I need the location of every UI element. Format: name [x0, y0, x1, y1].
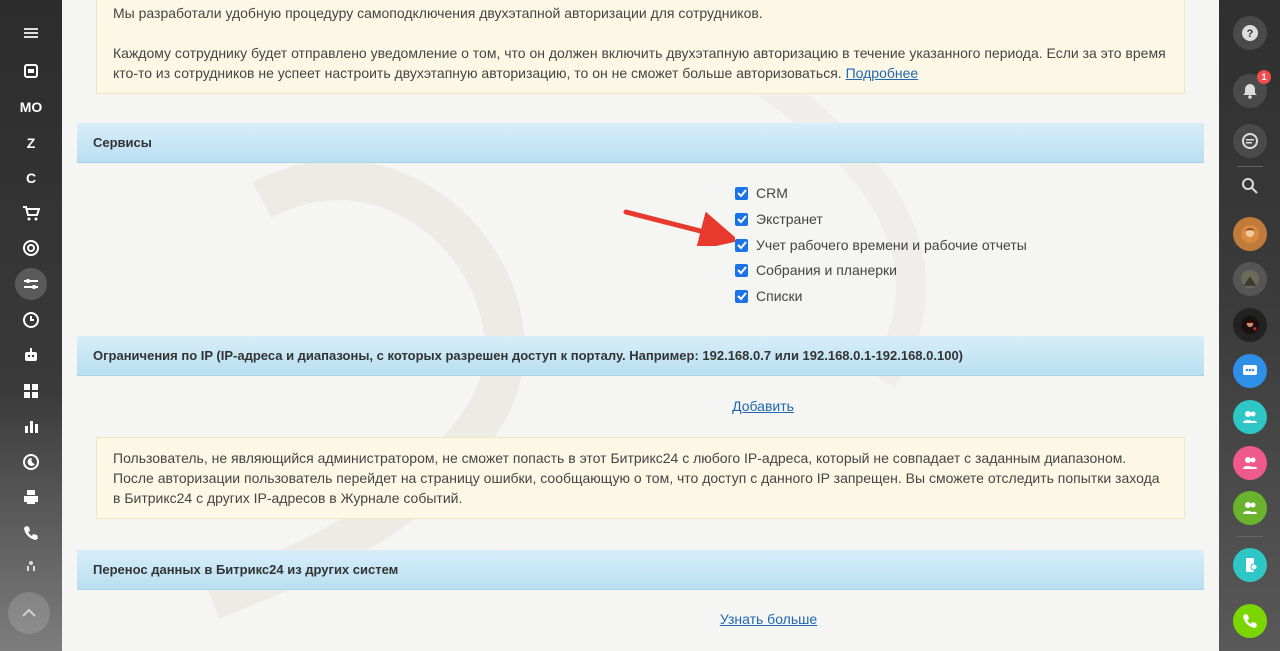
- migration-title: Перенос данных в Битрикс24 из других сис…: [93, 562, 399, 577]
- avatar-user-3[interactable]: [1233, 308, 1267, 342]
- left-sidebar: МО Z C: [0, 0, 62, 651]
- service-meetings-label: Собрания и планерки: [756, 262, 898, 278]
- ip-notice-text: Пользователь, не являющийся администрато…: [113, 450, 1160, 506]
- search-icon: [1242, 178, 1258, 194]
- clock-icon[interactable]: [0, 305, 62, 335]
- sync-icon[interactable]: [0, 56, 62, 86]
- main-content: Мы разработали удобную процедуру самопод…: [62, 0, 1219, 651]
- help-button[interactable]: ?: [1233, 16, 1267, 50]
- service-extranet-label: Экстранет: [756, 211, 823, 227]
- services-title: Сервисы: [93, 135, 152, 150]
- avatar-icon: [1241, 316, 1259, 334]
- robot-icon[interactable]: [0, 340, 62, 370]
- service-extranet-row[interactable]: Экстранет: [735, 209, 823, 229]
- grid-icon[interactable]: [0, 376, 62, 406]
- group-chat-3[interactable]: [1233, 446, 1267, 480]
- settings-sliders-icon[interactable]: [0, 268, 62, 300]
- ip-restrictions-header: Ограничения по IP (IP-адреса и диапазоны…: [77, 336, 1204, 376]
- service-crm-row[interactable]: CRM: [735, 183, 788, 203]
- two-factor-notice-line2: Каждому сотруднику будет отправлено увед…: [113, 43, 1168, 83]
- service-lists-label: Списки: [756, 288, 803, 304]
- service-crm-label: CRM: [756, 185, 788, 201]
- cart-icon[interactable]: [0, 198, 62, 228]
- mo-label: МО: [19, 99, 43, 115]
- group-chat-4[interactable]: [1233, 491, 1267, 525]
- add-ip-link[interactable]: Добавить: [732, 398, 794, 414]
- service-meetings-row[interactable]: Собрания и планерки: [735, 260, 897, 280]
- target-icon[interactable]: [0, 233, 62, 263]
- z-label: Z: [26, 135, 36, 151]
- c-item[interactable]: C: [0, 163, 62, 193]
- annotation-arrow-icon: [623, 209, 735, 246]
- service-lists-row[interactable]: Списки: [735, 286, 802, 306]
- svg-text:?: ?: [1247, 28, 1254, 40]
- messages-button[interactable]: [1233, 124, 1267, 158]
- group-chat-icon: [1243, 365, 1257, 375]
- two-factor-notice-text: Каждому сотруднику будет отправлено увед…: [113, 45, 1166, 81]
- bell-icon: [1243, 84, 1257, 99]
- two-factor-notice: Мы разработали удобную процедуру самопод…: [96, 0, 1185, 94]
- mo-item[interactable]: МО: [0, 92, 62, 122]
- bar-chart-icon[interactable]: [0, 411, 62, 441]
- group-chat-2[interactable]: [1233, 400, 1267, 434]
- printer-icon[interactable]: [0, 482, 62, 512]
- users-icon: [1243, 411, 1257, 423]
- mobile-icon: [1246, 558, 1258, 572]
- group-chat-1[interactable]: [1233, 354, 1267, 388]
- service-crm-checkbox[interactable]: [735, 186, 748, 200]
- notifications-button[interactable]: 1: [1233, 70, 1271, 108]
- right-separator-2: [1237, 536, 1263, 537]
- small-icon[interactable]: [0, 551, 62, 581]
- two-factor-notice-line1: Мы разработали удобную процедуру самопод…: [113, 5, 763, 21]
- chat-icon: [1242, 133, 1258, 149]
- help-icon: ?: [1242, 25, 1258, 41]
- notifications-badge: 1: [1257, 70, 1271, 84]
- moon-clock-icon[interactable]: [0, 447, 62, 477]
- add-ip-wrapper: Добавить: [62, 398, 1219, 414]
- ip-restrictions-title: Ограничения по IP (IP-адреса и диапазоны…: [93, 348, 964, 363]
- users-icon: [1243, 502, 1257, 514]
- right-sidebar: ? 1: [1219, 0, 1280, 651]
- menu-icon[interactable]: [0, 18, 62, 48]
- avatar-user-1[interactable]: [1233, 217, 1267, 251]
- avatar-icon: [1241, 225, 1259, 243]
- service-timeman-checkbox[interactable]: [735, 238, 748, 252]
- chevron-up-icon: [22, 608, 36, 617]
- service-meetings-checkbox[interactable]: [735, 263, 748, 277]
- z-item[interactable]: Z: [0, 128, 62, 158]
- right-separator: [1237, 166, 1263, 167]
- migration-header: Перенос данных в Битрикс24 из других сис…: [77, 550, 1204, 590]
- search-button[interactable]: [1233, 169, 1267, 203]
- phone-icon[interactable]: [0, 518, 62, 548]
- users-icon: [1243, 457, 1257, 469]
- c-label: C: [25, 170, 37, 186]
- service-timeman-label: Учет рабочего времени и рабочие отчеты: [756, 237, 1027, 253]
- phone-icon: [1243, 614, 1257, 628]
- learn-more-wrapper: Узнать больше: [62, 611, 1219, 627]
- more-link[interactable]: Подробнее: [846, 65, 919, 81]
- ip-notice: Пользователь, не являющийся администрато…: [96, 437, 1185, 519]
- learn-more-link[interactable]: Узнать больше: [720, 611, 817, 627]
- avatar-icon: [1241, 270, 1259, 288]
- scroll-up-button[interactable]: [8, 592, 50, 634]
- services-header: Сервисы: [77, 123, 1204, 163]
- avatar-user-2[interactable]: [1233, 262, 1267, 296]
- mobile-app-button[interactable]: [1233, 548, 1267, 582]
- service-lists-checkbox[interactable]: [735, 289, 748, 303]
- call-button[interactable]: [1233, 604, 1267, 638]
- service-timeman-row[interactable]: Учет рабочего времени и рабочие отчеты: [735, 235, 1027, 255]
- service-extranet-checkbox[interactable]: [735, 212, 748, 226]
